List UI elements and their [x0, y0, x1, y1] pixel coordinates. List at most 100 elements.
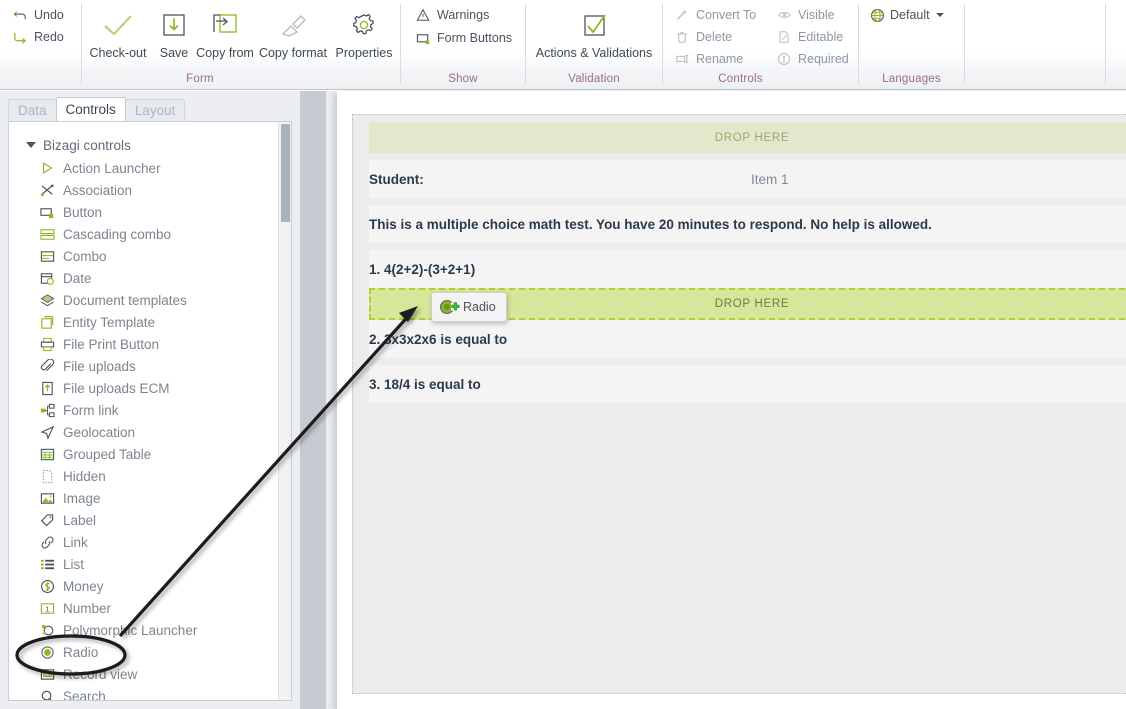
drop-zone-label: DROP HERE: [714, 298, 790, 310]
control-item-file-uploads[interactable]: File uploads: [9, 355, 277, 377]
control-item-file-print-button[interactable]: File Print Button: [9, 333, 277, 355]
default-language-dropdown[interactable]: Default: [869, 7, 944, 23]
exclamation-circle-icon: [776, 51, 792, 67]
globe-icon: [869, 7, 885, 23]
control-item-combo[interactable]: Combo: [9, 245, 277, 267]
editable-button[interactable]: Editable: [776, 29, 843, 45]
control-item-button[interactable]: Button: [9, 201, 277, 223]
gear-icon: [330, 6, 398, 46]
page-pencil-icon: [776, 29, 792, 45]
control-item-action-launcher[interactable]: Action Launcher: [9, 157, 277, 179]
tab-layout[interactable]: Layout: [124, 99, 186, 121]
control-item-number[interactable]: 1 Number: [9, 597, 277, 619]
control-label: Hidden: [63, 468, 106, 484]
money-dollar-icon: [39, 578, 55, 594]
copy-format-label: Copy format: [258, 46, 328, 60]
button-icon: [39, 204, 55, 220]
control-item-search[interactable]: Search: [9, 685, 277, 700]
control-label: File Print Button: [63, 336, 160, 352]
form-designer-canvas: DROP HERE Student: Item 1 This is a mult…: [326, 91, 1126, 709]
form-link-icon: [39, 402, 55, 418]
controls-list-scrollbar-thumb[interactable]: [281, 124, 290, 222]
control-label: Link: [63, 534, 88, 550]
save-button[interactable]: Save: [152, 6, 196, 60]
control-label: Label: [63, 512, 97, 528]
copy-from-icon: [196, 6, 254, 46]
triangle-collapse-icon[interactable]: [26, 142, 36, 148]
ribbon-toolbar: Undo Redo Check-out Save Copy from Copy …: [0, 0, 1126, 90]
properties-button[interactable]: Properties: [330, 6, 398, 60]
copy-format-button[interactable]: Copy format: [256, 6, 330, 60]
controls-list-scrollbar[interactable]: [278, 122, 291, 700]
form-buttons-button[interactable]: Form Buttons: [415, 30, 512, 46]
redo-button[interactable]: Redo: [12, 29, 64, 45]
control-item-file-uploads-ecm[interactable]: File uploads ECM: [9, 377, 277, 399]
form-row-instructions[interactable]: This is a multiple choice math test. You…: [369, 205, 1126, 243]
image-icon: [39, 490, 55, 506]
hidden-page-icon: [39, 468, 55, 484]
control-item-hidden[interactable]: Hidden: [9, 465, 277, 487]
redo-label: Redo: [34, 30, 64, 44]
delete-button[interactable]: Delete: [674, 29, 732, 45]
left-tool-panel: Data Controls Layout Bizagi controls Act…: [0, 91, 300, 709]
record-view-icon: [39, 666, 55, 682]
controls-group-header[interactable]: Bizagi controls: [9, 133, 277, 157]
control-item-entity-template[interactable]: Entity Template: [9, 311, 277, 333]
form-row-question-3[interactable]: 3. 18/4 is equal to: [369, 365, 1126, 403]
control-item-cascading-combo[interactable]: Cascading combo: [9, 223, 277, 245]
rename-icon: [674, 51, 690, 67]
controls-group-title: Bizagi controls: [43, 137, 131, 153]
form-row-student[interactable]: Student: Item 1: [369, 160, 1126, 198]
control-item-list[interactable]: List: [9, 553, 277, 575]
undo-label: Undo: [34, 8, 64, 22]
delete-label: Delete: [696, 30, 733, 44]
control-item-image[interactable]: Image: [9, 487, 277, 509]
control-label: Action Launcher: [63, 160, 161, 176]
controls-scroll-area: Bizagi controls Action Launcher Associat…: [8, 121, 292, 701]
form-row-question-2[interactable]: 2. 3x3x2x6 is equal to: [369, 320, 1126, 358]
control-item-label[interactable]: Label: [9, 509, 277, 531]
tab-controls[interactable]: Controls: [55, 97, 126, 121]
radio-add-icon: [439, 298, 461, 316]
convert-to-button[interactable]: Convert To: [674, 7, 756, 23]
required-button[interactable]: Required: [776, 51, 849, 67]
control-item-geolocation[interactable]: Geolocation: [9, 421, 277, 443]
label-tag-icon: [39, 512, 55, 528]
control-item-date[interactable]: Date: [9, 267, 277, 289]
control-item-polymorphic-launcher[interactable]: Polymorphic Launcher: [9, 619, 277, 641]
form-row-question-1[interactable]: 1. 4(2+2)-(3+2+1): [369, 250, 1126, 288]
control-item-link[interactable]: Link: [9, 531, 277, 553]
drag-ghost-label: Radio: [463, 300, 496, 314]
undo-button[interactable]: Undo: [12, 7, 64, 23]
control-label: Form link: [63, 402, 119, 418]
control-label: Button: [63, 204, 103, 220]
visible-button[interactable]: Visible: [776, 7, 835, 23]
radio-icon: [39, 644, 55, 660]
polymorphic-launcher-icon: [39, 622, 55, 638]
search-icon: [39, 688, 55, 700]
control-item-document-templates[interactable]: Document templates: [9, 289, 277, 311]
control-item-radio[interactable]: Radio: [9, 641, 277, 663]
tab-data[interactable]: Data: [8, 99, 57, 121]
control-item-grouped-table[interactable]: Grouped Table: [9, 443, 277, 465]
play-triangle-icon: [39, 160, 55, 176]
warnings-button[interactable]: Warnings: [415, 7, 489, 23]
rename-button[interactable]: Rename: [674, 51, 743, 67]
control-item-form-link[interactable]: Form link: [9, 399, 277, 421]
check-out-button[interactable]: Check-out: [87, 6, 149, 60]
link-chain-icon: [39, 534, 55, 550]
control-label: Geolocation: [63, 424, 136, 440]
control-item-association[interactable]: Association: [9, 179, 277, 201]
drop-zone-top[interactable]: DROP HERE: [369, 122, 1126, 153]
control-label: List: [63, 556, 85, 572]
drop-zone-label: DROP HERE: [714, 131, 790, 144]
copy-from-button[interactable]: Copy from: [196, 6, 254, 60]
panel-divider-column: [300, 91, 326, 709]
entity-template-icon: [39, 314, 55, 330]
format-painter-icon: [256, 6, 330, 46]
control-item-money[interactable]: Money: [9, 575, 277, 597]
actions-validations-button[interactable]: Actions & Validations: [530, 6, 658, 60]
ribbon-group-show-name: Show: [448, 73, 478, 85]
control-item-record-view[interactable]: Record view: [9, 663, 277, 685]
save-label: Save: [159, 46, 189, 60]
